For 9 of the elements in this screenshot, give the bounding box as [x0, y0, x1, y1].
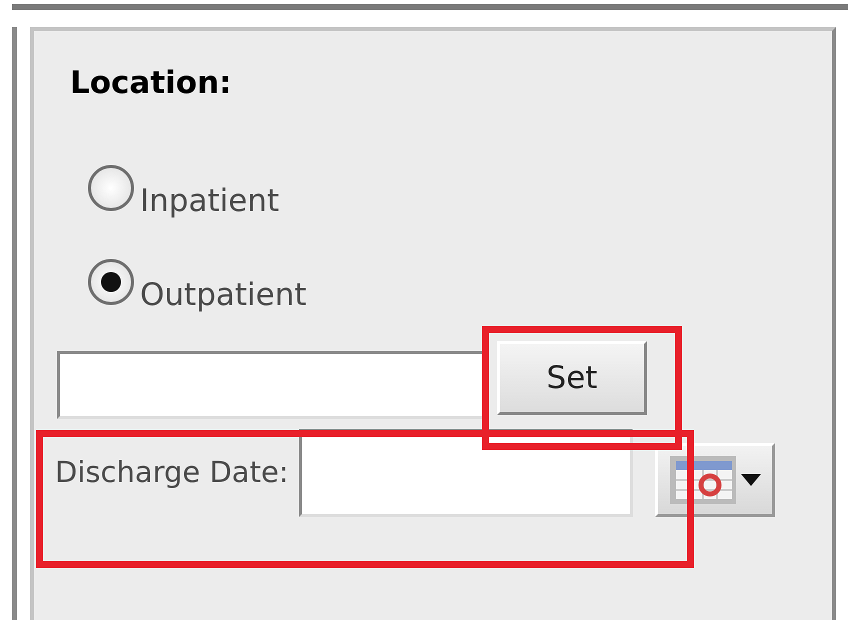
set-button[interactable]: Set [497, 341, 647, 415]
caret-icon [740, 474, 761, 486]
field-label: Discharge Date: [55, 454, 289, 492]
radio-button[interactable] [88, 165, 134, 211]
date-picker-button[interactable] [654, 443, 775, 517]
radio-label[interactable]: Outpatient [140, 280, 307, 311]
radio-label[interactable]: Inpatient [140, 186, 280, 217]
section-heading: Location: [70, 68, 233, 99]
radio-button[interactable] [88, 259, 134, 305]
